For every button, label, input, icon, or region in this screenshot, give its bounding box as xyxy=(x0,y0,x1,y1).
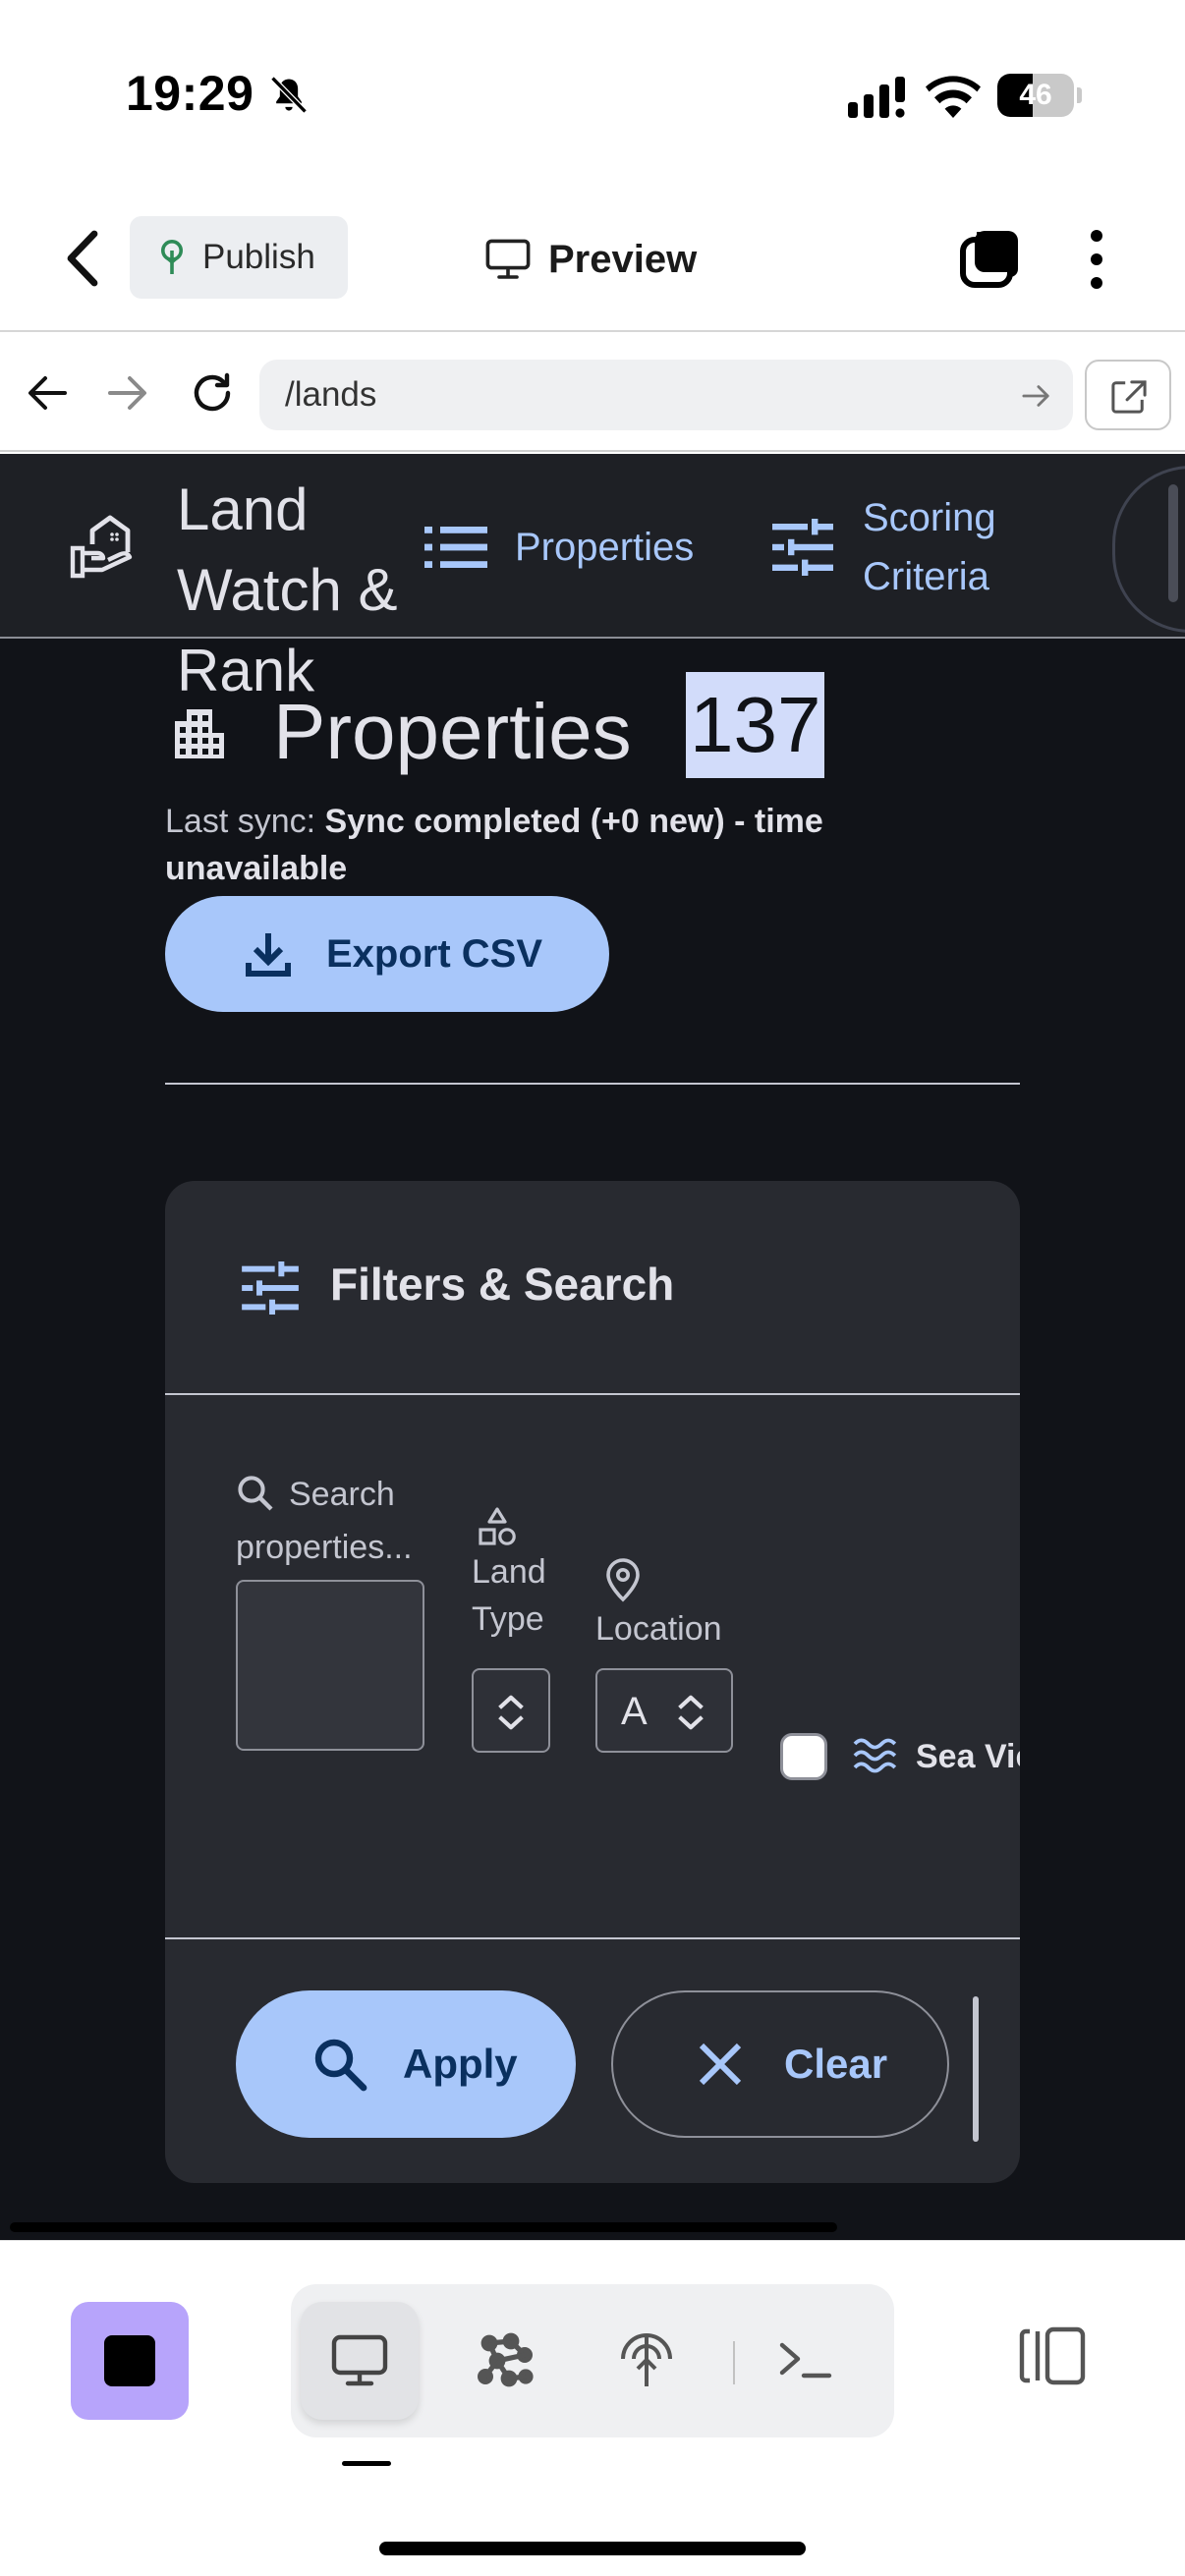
open-external-button[interactable] xyxy=(1085,360,1171,430)
antenna-icon xyxy=(621,2333,672,2386)
arrow-left-icon[interactable] xyxy=(26,371,69,415)
bell-slash-icon xyxy=(270,76,308,114)
go-arrow-icon[interactable] xyxy=(1022,381,1051,411)
terminal-icon xyxy=(779,2342,832,2379)
page-heading: Properties xyxy=(169,678,632,786)
view-shell[interactable] xyxy=(747,2302,865,2420)
land-type-text: Land Type xyxy=(472,1553,546,1638)
browser-bar: /lands xyxy=(0,334,1185,452)
search-icon xyxy=(238,1476,273,1511)
view-switcher xyxy=(291,2284,894,2437)
unfold-icon xyxy=(498,1695,524,1730)
url-field[interactable]: /lands xyxy=(259,360,1073,430)
property-count: 137 xyxy=(686,672,825,778)
monitor-icon xyxy=(485,239,531,279)
battery-level: 46 xyxy=(1019,79,1052,111)
location-pin-icon xyxy=(606,1558,640,1602)
search-label: Search properties... xyxy=(236,1468,432,1574)
app-header: Land Watch & Rank Properties Scoring Cri… xyxy=(0,454,1185,703)
view-graph[interactable] xyxy=(446,2302,564,2420)
monitor-icon xyxy=(331,2334,388,2386)
tree-icon xyxy=(161,240,183,274)
account-button[interactable] xyxy=(1112,466,1185,633)
view-preview[interactable] xyxy=(301,2302,419,2420)
category-icon xyxy=(479,1507,516,1545)
publish-label: Publish xyxy=(202,238,315,276)
apply-label: Apply xyxy=(403,2041,518,2087)
graph-icon xyxy=(478,2332,534,2387)
divider xyxy=(165,1083,1020,1085)
clear-label: Clear xyxy=(784,2041,888,2087)
status-bar: 19:29 46 xyxy=(0,0,1185,187)
wifi-icon xyxy=(926,76,981,118)
stop-icon xyxy=(104,2335,155,2386)
nav-scoring-label: Scoring Criteria xyxy=(863,496,996,598)
export-csv-button[interactable]: Export CSV xyxy=(165,896,609,1012)
preview-toggle[interactable]: Preview xyxy=(485,232,697,287)
filters-header[interactable]: Filters & Search xyxy=(165,1181,1020,1395)
search-input[interactable] xyxy=(236,1580,424,1751)
stop-button[interactable] xyxy=(71,2302,189,2420)
arrow-right-icon[interactable] xyxy=(106,371,149,415)
download-icon xyxy=(246,933,291,977)
reload-icon[interactable] xyxy=(189,369,236,417)
url-text: /lands xyxy=(285,375,377,414)
list-icon xyxy=(424,527,487,568)
close-icon xyxy=(699,2043,742,2086)
land-type-select[interactable] xyxy=(472,1668,550,1753)
tune-icon xyxy=(772,519,833,576)
more-vertical-icon[interactable] xyxy=(1077,228,1116,291)
house-hand-icon xyxy=(70,515,133,579)
nav-properties-label: Properties xyxy=(515,525,695,569)
battery-icon: 46 xyxy=(997,74,1082,117)
chevron-left-icon[interactable] xyxy=(59,228,108,289)
preview-label: Preview xyxy=(548,237,698,281)
last-sync-status: Last sync: Sync completed (+0 new) - tim… xyxy=(165,798,873,892)
web-app-viewport: Land Watch & Rank Properties Scoring Cri… xyxy=(0,454,1185,2240)
view-deploy[interactable] xyxy=(588,2302,705,2420)
filters-card: Filters & Search Search properties... La… xyxy=(165,1181,1020,2183)
unfold-icon xyxy=(678,1695,704,1730)
sea-view-option[interactable]: Sea View xyxy=(853,1727,1020,1786)
search-icon xyxy=(314,2039,367,2092)
bottom-dock xyxy=(0,2240,1185,2576)
location-text: Location xyxy=(595,1610,722,1648)
divider xyxy=(165,1937,1020,1939)
nav-scoring-criteria[interactable]: Scoring Criteria xyxy=(772,483,1030,611)
active-view-indicator xyxy=(342,2461,391,2466)
editor-toolbar: Publish Preview xyxy=(0,187,1185,332)
panels-icon[interactable] xyxy=(1018,2325,1087,2386)
cellular-signal-icon xyxy=(848,77,905,118)
sea-view-label: Sea View xyxy=(916,1738,1020,1775)
clear-button[interactable]: Clear xyxy=(611,1990,949,2138)
tabs-icon[interactable] xyxy=(959,228,1022,289)
tune-icon xyxy=(242,1261,299,1315)
brand-name[interactable]: Land Watch & Rank xyxy=(177,470,432,711)
horizontal-scrollbar[interactable] xyxy=(10,2222,837,2232)
filters-title: Filters & Search xyxy=(330,1259,675,1310)
location-select[interactable]: A xyxy=(595,1668,733,1753)
land-type-label: Land Type xyxy=(472,1505,560,1643)
nav-properties[interactable]: Properties xyxy=(424,513,694,582)
sea-view-checkbox[interactable] xyxy=(780,1733,827,1780)
apartment-icon xyxy=(175,709,224,758)
export-csv-label: Export CSV xyxy=(326,931,543,976)
apply-button[interactable]: Apply xyxy=(236,1990,576,2138)
page-title: Properties xyxy=(273,688,632,775)
open-external-icon xyxy=(1111,380,1147,414)
publish-button[interactable]: Publish xyxy=(130,216,348,299)
waves-icon xyxy=(853,1738,897,1773)
location-value: A xyxy=(621,1690,648,1733)
status-time: 19:29 xyxy=(126,66,254,121)
sync-prefix: Last sync: xyxy=(165,803,325,840)
separator xyxy=(733,2341,735,2384)
overflow-button-edge[interactable] xyxy=(973,1996,979,2142)
location-label: Location xyxy=(595,1556,722,1652)
home-indicator xyxy=(379,2542,806,2555)
